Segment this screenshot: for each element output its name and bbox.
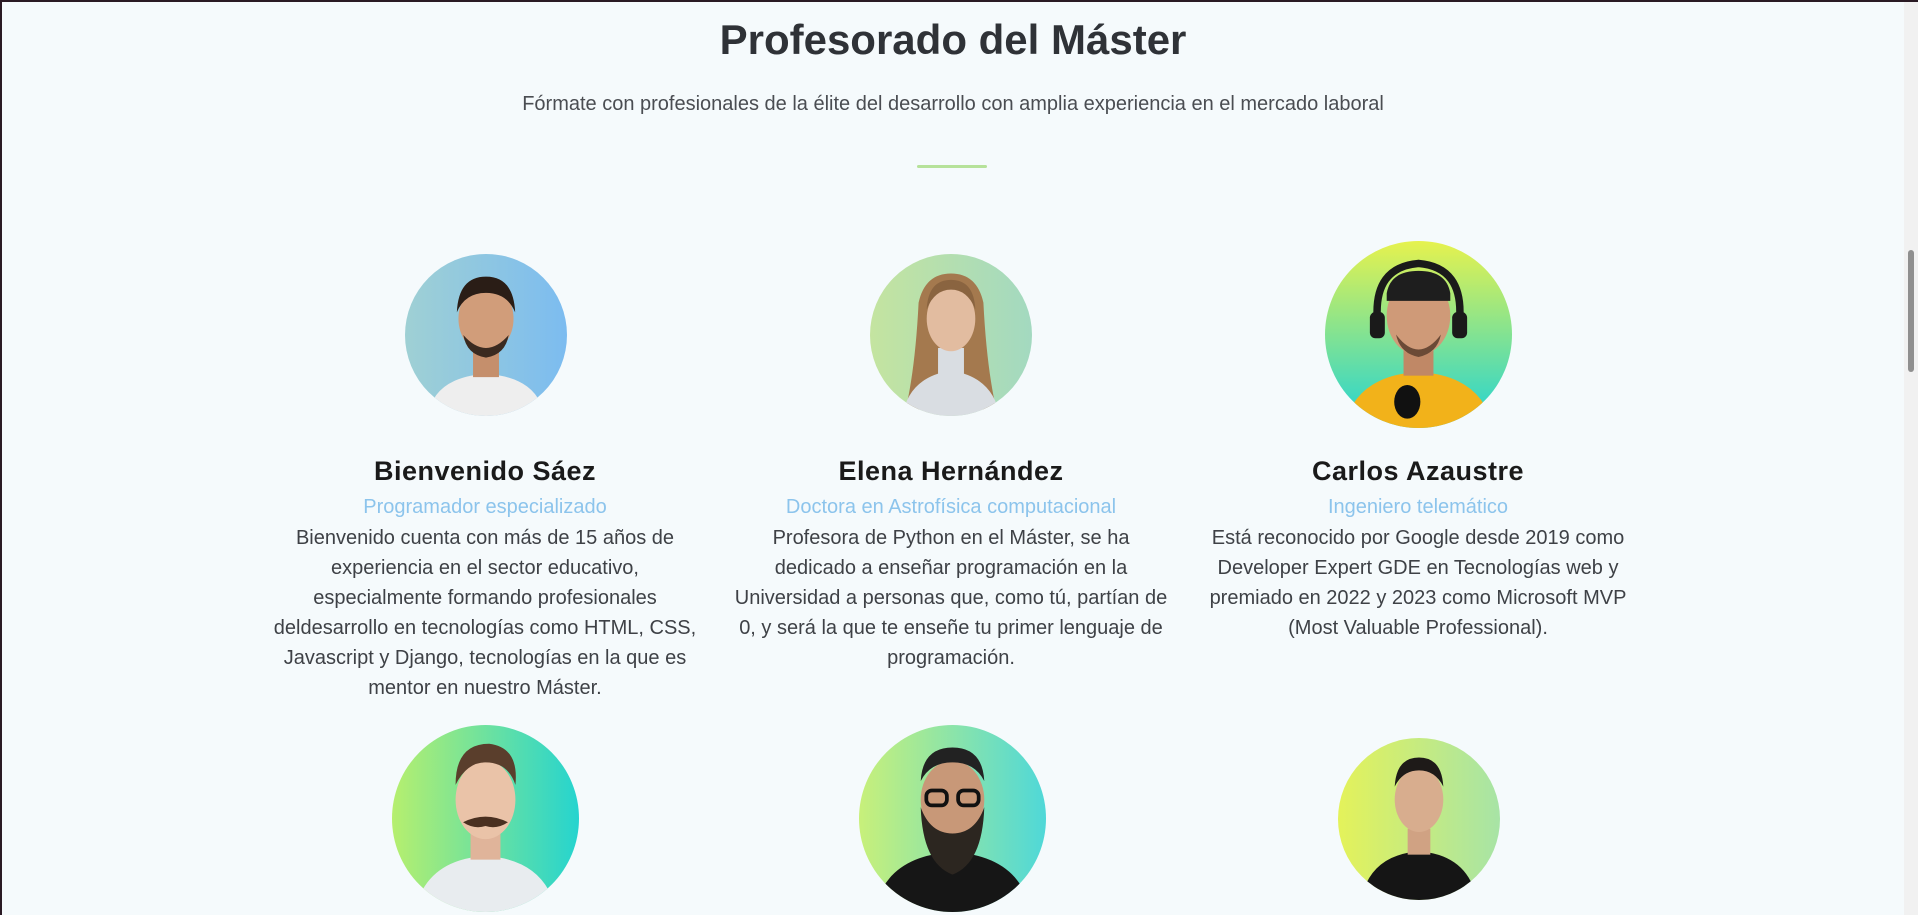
teacher-name: Bienvenido Sáez: [373, 456, 597, 486]
teacher-bio: Está reconocido por Google desde 2019 co…: [1209, 527, 1627, 639]
section-title: Profesorado del Máster: [719, 16, 1187, 63]
teacher-photo: [1325, 241, 1512, 428]
teacher-bio: Profesora de Python en el Máster, se ha …: [734, 527, 1168, 669]
teacher-role: Programador especializado: [363, 496, 607, 518]
teacher-role: Doctora en Astrofísica computacional: [785, 496, 1117, 518]
teacher-role: Ingeniero telemático: [1327, 496, 1509, 518]
scrollbar-thumb[interactable]: [1908, 250, 1914, 372]
page-viewport: Profesorado del Máster Fórmate con profe…: [2, 2, 1904, 915]
teacher-photo: [405, 254, 567, 416]
section-subtitle: Fórmate con profesionales de la élite de…: [522, 93, 1384, 115]
teacher-photo: [1338, 738, 1500, 900]
teacher-bio: Bienvenido cuenta con más de 15 años de …: [273, 527, 697, 699]
teacher-photo: [870, 254, 1032, 416]
teacher-name: Elena Hernández: [838, 456, 1064, 486]
teacher-photo: [859, 725, 1046, 912]
teacher-name: Carlos Azaustre: [1311, 456, 1525, 486]
title-divider: [917, 165, 987, 168]
teacher-photo: [392, 725, 579, 912]
vertical-scrollbar[interactable]: [1904, 2, 1918, 915]
